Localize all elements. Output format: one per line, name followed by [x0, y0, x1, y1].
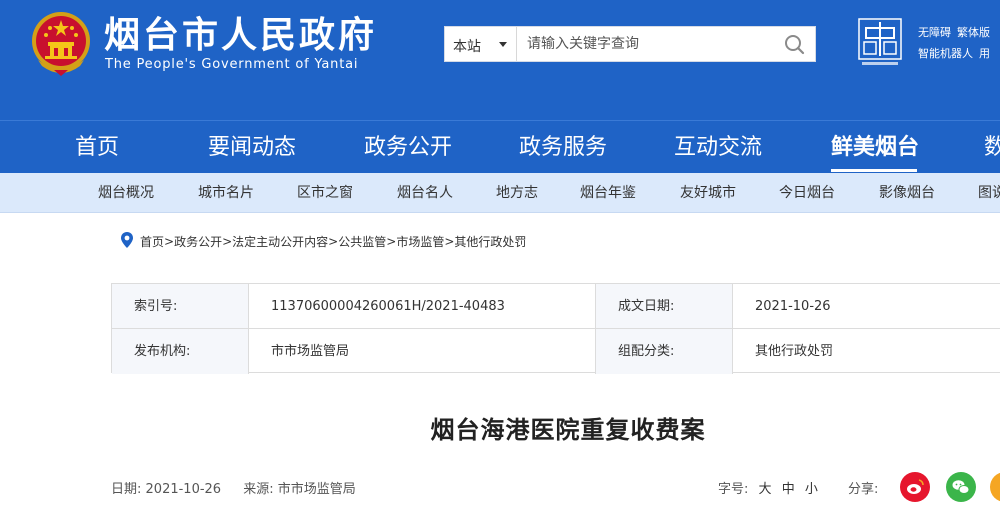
location-pin-icon: [120, 231, 134, 252]
breadcrumb-public-supervision[interactable]: 公共监管: [338, 235, 386, 249]
main-nav: 首页 要闻动态 政务公开 政务服务 互动交流 鲜美烟台 数: [0, 120, 1000, 173]
caret-down-icon: [499, 42, 507, 47]
national-emblem-icon: [30, 10, 92, 76]
search-box: 本站: [444, 26, 816, 62]
wechat-icon[interactable]: [946, 472, 976, 502]
breadcrumb-statutory-content[interactable]: 法定主动公开内容: [232, 235, 328, 249]
site-subtitle: The People's Government of Yantai: [105, 57, 359, 72]
breadcrumb-market-supervision[interactable]: 市场监管: [396, 235, 444, 249]
date-label: 日期:: [111, 482, 142, 497]
nav-data[interactable]: 数: [984, 133, 1000, 163]
source-label: 来源:: [243, 482, 274, 497]
font-size-small-button[interactable]: 小: [805, 482, 818, 497]
document-date-value: 2021-10-26: [733, 284, 1000, 329]
font-size-medium-button[interactable]: 中: [782, 482, 795, 497]
subnav-today-yantai[interactable]: 今日烟台: [779, 184, 835, 202]
sub-nav: 烟台概况 城市名片 区市之窗 烟台名人 地方志 烟台年鉴 友好城市 今日烟台 影…: [0, 173, 1000, 213]
search-button[interactable]: [775, 27, 815, 61]
subnav-friendly-cities[interactable]: 友好城市: [680, 184, 736, 202]
subnav-pictures[interactable]: 图说: [978, 184, 1000, 202]
breadcrumb-other-penalties[interactable]: 其他行政处罚: [454, 235, 526, 249]
share-more-icon[interactable]: [990, 472, 1000, 502]
breadcrumb-gov-open[interactable]: 政务公开: [174, 235, 222, 249]
nav-interaction[interactable]: 互动交流: [674, 133, 762, 163]
font-size-large-button[interactable]: 大: [759, 482, 772, 497]
font-size-label: 字号:: [718, 482, 749, 497]
china-gov-logo-icon[interactable]: [858, 18, 902, 68]
accessibility-link[interactable]: 无障碍: [918, 26, 951, 39]
category-value: 其他行政处罚: [755, 344, 834, 359]
nav-beautiful-yantai[interactable]: 鲜美烟台: [831, 133, 919, 163]
search-scope-dropdown[interactable]: 本站: [445, 27, 517, 61]
font-size-control: 字号: 大 中 小: [718, 478, 818, 497]
index-number-label: 索引号:: [112, 284, 249, 329]
share-label: 分享:: [848, 482, 879, 497]
article-info-bar: 日期: 2021-10-26 来源: 市市场监管局: [111, 478, 356, 497]
utility-links: 无障碍 繁体版 智能机器人用: [918, 22, 1000, 64]
robot-link[interactable]: 智能机器人: [918, 47, 973, 60]
search-scope-label: 本站: [453, 39, 481, 55]
subnav-city-card[interactable]: 城市名片: [198, 184, 254, 202]
subnav-image-yantai[interactable]: 影像烟台: [879, 184, 935, 202]
article-source: 市市场监管局: [277, 482, 356, 497]
subnav-overview[interactable]: 烟台概况: [98, 184, 154, 202]
nav-gov-service[interactable]: 政务服务: [519, 133, 607, 163]
breadcrumb-separator: >: [164, 234, 175, 249]
publisher-label: 发布机构:: [112, 329, 249, 374]
article-date: 2021-10-26: [145, 482, 222, 497]
weibo-icon[interactable]: [900, 472, 930, 502]
subnav-local-chronicles[interactable]: 地方志: [496, 184, 538, 202]
nav-gov-open[interactable]: 政务公开: [364, 133, 452, 163]
breadcrumb-separator: >: [328, 234, 339, 249]
nav-news[interactable]: 要闻动态: [208, 133, 296, 163]
document-date-label: 成文日期:: [596, 284, 733, 329]
breadcrumb-home[interactable]: 首页: [140, 235, 164, 249]
site-title: 烟台市人民政府: [104, 15, 378, 56]
subnav-district-window[interactable]: 区市之窗: [297, 184, 353, 202]
breadcrumb: 首页>政务公开>法定主动公开内容>公共监管>市场监管>其他行政处罚: [120, 231, 526, 252]
metadata-table: 索引号: 11370600004260061H/2021-40483 成文日期:…: [111, 283, 1000, 374]
nav-home[interactable]: 首页: [75, 133, 119, 163]
nav-active-indicator: [831, 169, 917, 172]
breadcrumb-separator: >: [386, 234, 397, 249]
user-link[interactable]: 用: [979, 47, 990, 60]
index-number-value: 11370600004260061H/2021-40483: [249, 284, 596, 329]
subnav-yearbook[interactable]: 烟台年鉴: [580, 184, 636, 202]
search-icon: [775, 35, 815, 65]
publisher-value: 市市场监管局: [249, 329, 596, 374]
subnav-celebrities[interactable]: 烟台名人: [397, 184, 453, 202]
search-input[interactable]: [519, 28, 769, 60]
breadcrumb-separator: >: [444, 234, 455, 249]
article-title: 烟台海港医院重复收费案: [430, 416, 706, 444]
site-header: 烟台市人民政府 The People's Government of Yanta…: [0, 0, 1000, 120]
traditional-chinese-link[interactable]: 繁体版: [957, 26, 990, 39]
category-label: 组配分类:: [596, 329, 733, 374]
breadcrumb-separator: >: [222, 234, 233, 249]
